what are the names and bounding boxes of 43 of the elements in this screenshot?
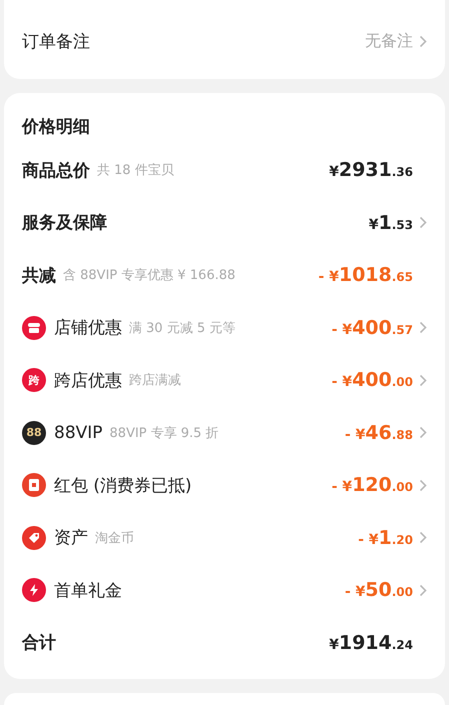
chevron-right-icon bbox=[419, 374, 427, 387]
row-label: 资产 bbox=[54, 527, 88, 550]
price-amount: ¥1.53 bbox=[368, 212, 413, 234]
row-label: 合计 bbox=[22, 632, 56, 654]
envelope-icon bbox=[22, 473, 46, 498]
chevron-right-icon bbox=[419, 321, 427, 334]
vip-icon: 88 bbox=[22, 420, 46, 445]
row-hint: 淘金币 bbox=[95, 530, 134, 547]
tag-icon bbox=[22, 526, 46, 550]
row-label: 店铺优惠 bbox=[54, 317, 122, 340]
chevron-right-icon bbox=[419, 35, 427, 48]
row-label: 红包 (消费券已抵) bbox=[54, 474, 192, 497]
row-label: 共减 bbox=[22, 264, 56, 287]
row-label: 订单备注 bbox=[22, 31, 90, 53]
row-hint: 共 18 件宝贝 bbox=[97, 162, 174, 180]
price-amount: - ¥50.00 bbox=[344, 579, 413, 602]
chevron-right-icon bbox=[419, 584, 427, 597]
chevron-right-icon bbox=[419, 531, 427, 544]
chevron-right-icon bbox=[419, 426, 427, 440]
cross-store-icon: 跨 bbox=[22, 368, 46, 392]
chevron-right-icon bbox=[419, 216, 427, 230]
section-title: 价格明细 bbox=[22, 116, 91, 139]
row-hint: 跨店满减 bbox=[129, 372, 181, 390]
price-amount: - ¥1018.65 bbox=[318, 264, 413, 286]
price-amount: - ¥400.57 bbox=[332, 316, 413, 339]
row-hint: 满 30 元减 5 元等 bbox=[129, 320, 236, 337]
row-hint: 含 88VIP 专享优惠 ¥ 166.88 bbox=[63, 267, 236, 284]
chevron-right-icon bbox=[419, 478, 427, 492]
price-amount: - ¥120.00 bbox=[332, 474, 413, 496]
price-amount: - ¥1.20 bbox=[358, 526, 413, 549]
lightning-icon bbox=[22, 578, 46, 602]
row-label: 商品总价 bbox=[22, 160, 90, 182]
note-value[interactable]: 无备注 bbox=[365, 31, 413, 52]
price-amount: ¥2931.36 bbox=[329, 159, 413, 182]
row-label: 首单礼金 bbox=[54, 580, 122, 602]
row-label: 跨店优惠 bbox=[54, 370, 122, 392]
row-label: 服务及保障 bbox=[22, 212, 107, 234]
price-amount: - ¥46.88 bbox=[344, 422, 413, 444]
row-hint: 88VIP 专享 9.5 折 bbox=[110, 424, 219, 442]
price-amount: - ¥400.00 bbox=[332, 369, 413, 392]
shop-icon bbox=[22, 316, 46, 340]
price-amount: ¥1914.24 bbox=[329, 632, 413, 654]
row-label: 88VIP bbox=[54, 422, 103, 443]
